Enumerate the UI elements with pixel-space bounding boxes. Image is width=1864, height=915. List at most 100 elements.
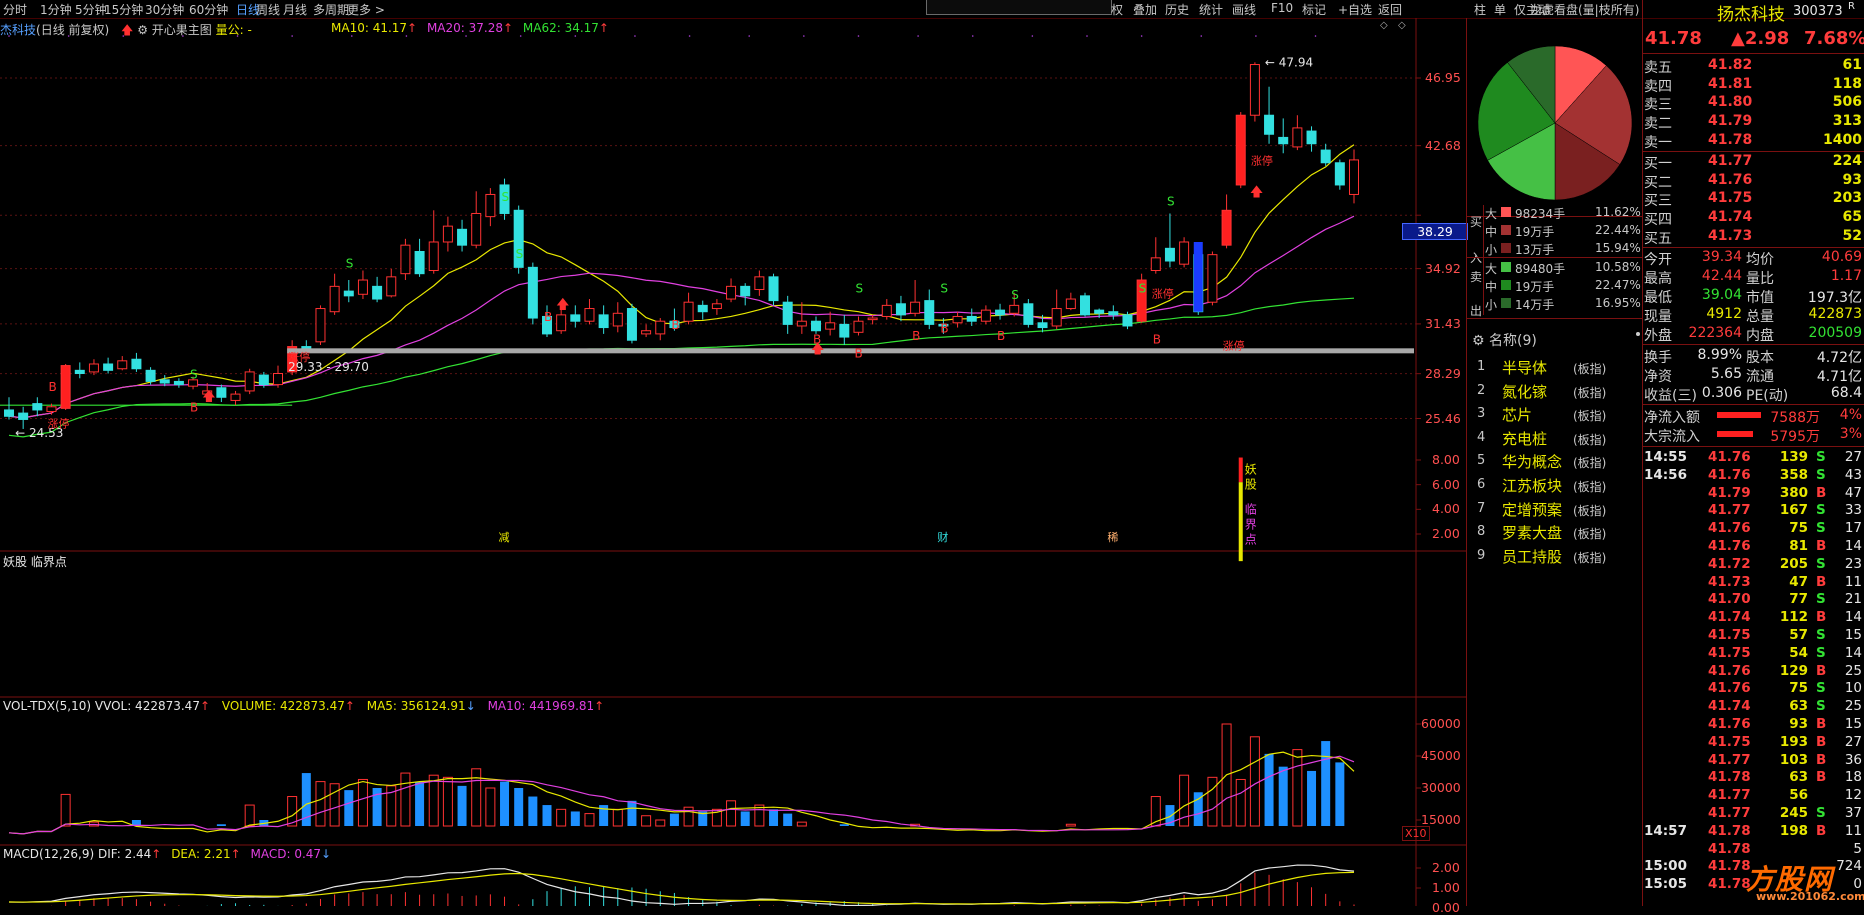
tab-period-7[interactable]: 周线	[256, 1, 280, 18]
tick-side: S	[1816, 805, 1826, 821]
tick-side: B	[1816, 484, 1827, 501]
stat-value: 39.34	[1701, 249, 1742, 265]
kline-chart[interactable]: 29.33 - 29.70← 47.94← 24.53涨停涨停涨停涨停涨停BBB…	[0, 18, 1466, 906]
candle	[273, 365, 283, 388]
tab-period-0[interactable]: 分时	[3, 1, 27, 18]
candle-body	[1292, 127, 1303, 148]
candle	[1207, 251, 1218, 306]
panel-tool-1[interactable]: 单	[1494, 1, 1506, 18]
tool-button-6[interactable]: 标记	[1302, 1, 1326, 18]
volume-bar	[769, 809, 779, 826]
candle-body	[457, 228, 468, 246]
tick-count: 43	[1844, 466, 1862, 483]
tool-button-1[interactable]: 叠加	[1133, 1, 1157, 18]
tick-volume: 63	[1789, 698, 1808, 715]
tick-side: S	[1816, 466, 1826, 483]
ob-volume: 61	[1842, 57, 1862, 73]
tool-button-3[interactable]: 统计	[1199, 1, 1223, 18]
settings-icon[interactable]: ⚙	[1472, 333, 1485, 349]
volume-axis-label: 45000	[1421, 748, 1461, 763]
tick-row: 41.77 103 B 36	[1642, 752, 1864, 770]
limit-up-label: 涨停	[1223, 339, 1245, 353]
tool-button-4[interactable]: 画线	[1232, 1, 1256, 18]
diamond-icon[interactable]: ◇	[1380, 20, 1388, 31]
sector-index: 8	[1477, 524, 1486, 540]
candle	[839, 314, 850, 345]
high-label: ← 47.94	[1265, 55, 1313, 69]
sell-signal-label: S	[855, 282, 863, 296]
flow-label: 大宗流入	[1644, 429, 1700, 445]
sector-item[interactable]: 6 江苏板块 (板指)	[1466, 475, 1642, 497]
dea-value: DEA: 2.21	[171, 847, 231, 861]
sector-index: 3	[1477, 406, 1486, 422]
volume-bar	[570, 811, 580, 826]
tab-period-10[interactable]: 更多 >	[347, 1, 385, 18]
sector-item[interactable]: 8 罗素大盘 (板指)	[1466, 522, 1642, 544]
tab-period-1[interactable]: 1分钟	[40, 1, 72, 18]
flow-size-label: 大	[1485, 262, 1498, 276]
volume-bar	[726, 800, 737, 827]
top-toolbar: 分时 1分钟 5分钟 15分钟 30分钟 60分钟 日线 周线 月线 多周期 更多 > 权叠加 历史统…	[0, 0, 1864, 19]
candle-body	[895, 303, 906, 316]
diamond-icon[interactable]: ◇	[1398, 20, 1406, 31]
candle	[117, 356, 128, 371]
tool-button-2[interactable]: 历史	[1165, 1, 1189, 18]
volume-bar	[542, 805, 552, 826]
tick-row: 41.72 205 S 23	[1642, 556, 1864, 574]
flow-size-label: 中	[1485, 225, 1498, 239]
tab-period-5[interactable]: 60分钟	[189, 1, 228, 18]
candle-body	[1122, 314, 1133, 327]
dot-marker	[291, 35, 293, 37]
tool-button-8[interactable]: 返回	[1378, 1, 1402, 18]
sector-item[interactable]: 5 华为概念 (板指)	[1466, 451, 1642, 473]
sector-name: 半导体	[1502, 359, 1548, 377]
tool-button-5[interactable]: F10	[1271, 1, 1293, 15]
candle-body	[400, 244, 411, 275]
sector-item[interactable]: 4 充电桩 (板指)	[1466, 428, 1642, 450]
candle-body	[32, 403, 43, 411]
candle	[641, 324, 652, 338]
candle	[1249, 62, 1260, 122]
dot-marker	[8, 35, 10, 37]
tick-volume: 245	[1779, 805, 1808, 821]
candle	[457, 219, 468, 252]
dot-marker	[405, 35, 408, 37]
tick-side: B	[1816, 733, 1827, 750]
candle-body	[1150, 257, 1161, 272]
tick-price: 41.70	[1708, 591, 1751, 608]
dot-marker	[1140, 35, 1143, 37]
flow-volume: 89480手	[1515, 262, 1566, 276]
limit-up-label: 涨停	[1251, 153, 1273, 167]
sector-item[interactable]: 1 半导体 (板指)	[1466, 357, 1642, 379]
tick-count: 15	[1844, 627, 1862, 643]
panel-tool-0[interactable]: 柱	[1474, 1, 1486, 18]
candle	[1080, 292, 1090, 317]
tick-time: 15:05	[1644, 876, 1687, 893]
sector-item[interactable]: 9 员工持股 (板指)	[1466, 546, 1642, 568]
tick-side: B	[1816, 573, 1827, 590]
sector-item[interactable]: 3 芯片 (板指)	[1466, 404, 1642, 426]
tool-button-0[interactable]: 权	[1111, 1, 1123, 18]
sector-item[interactable]: 2 氮化镓 (板指)	[1466, 381, 1642, 403]
tick-volume: 77	[1789, 591, 1808, 608]
candle-body	[1221, 209, 1232, 246]
candle-body	[357, 279, 368, 295]
tab-period-4[interactable]: 30分钟	[145, 1, 184, 18]
candle	[1164, 213, 1175, 268]
ask-row: 卖三 41.80 506	[1642, 94, 1864, 113]
tab-period-8[interactable]: 月线	[283, 1, 307, 18]
volume-bar	[1065, 823, 1076, 827]
sector-item[interactable]: 7 定增预案 (板指)	[1466, 499, 1642, 521]
bid-row: 买五 41.73 52	[1642, 228, 1864, 247]
volume-axis-label: 30000	[1421, 780, 1461, 795]
tab-period-9[interactable]: 多周期	[313, 1, 349, 18]
candle	[88, 359, 99, 376]
candle	[1278, 118, 1289, 154]
candle-body	[1108, 311, 1119, 316]
ob-volume: 118	[1832, 75, 1862, 92]
tool-button-7[interactable]: +自选	[1338, 1, 1372, 18]
stat-label: 现量	[1644, 309, 1672, 325]
sector-tag: (板指)	[1573, 409, 1607, 424]
tab-period-3[interactable]: 15分钟	[104, 1, 143, 18]
tab-period-2[interactable]: 5分钟	[75, 1, 107, 18]
